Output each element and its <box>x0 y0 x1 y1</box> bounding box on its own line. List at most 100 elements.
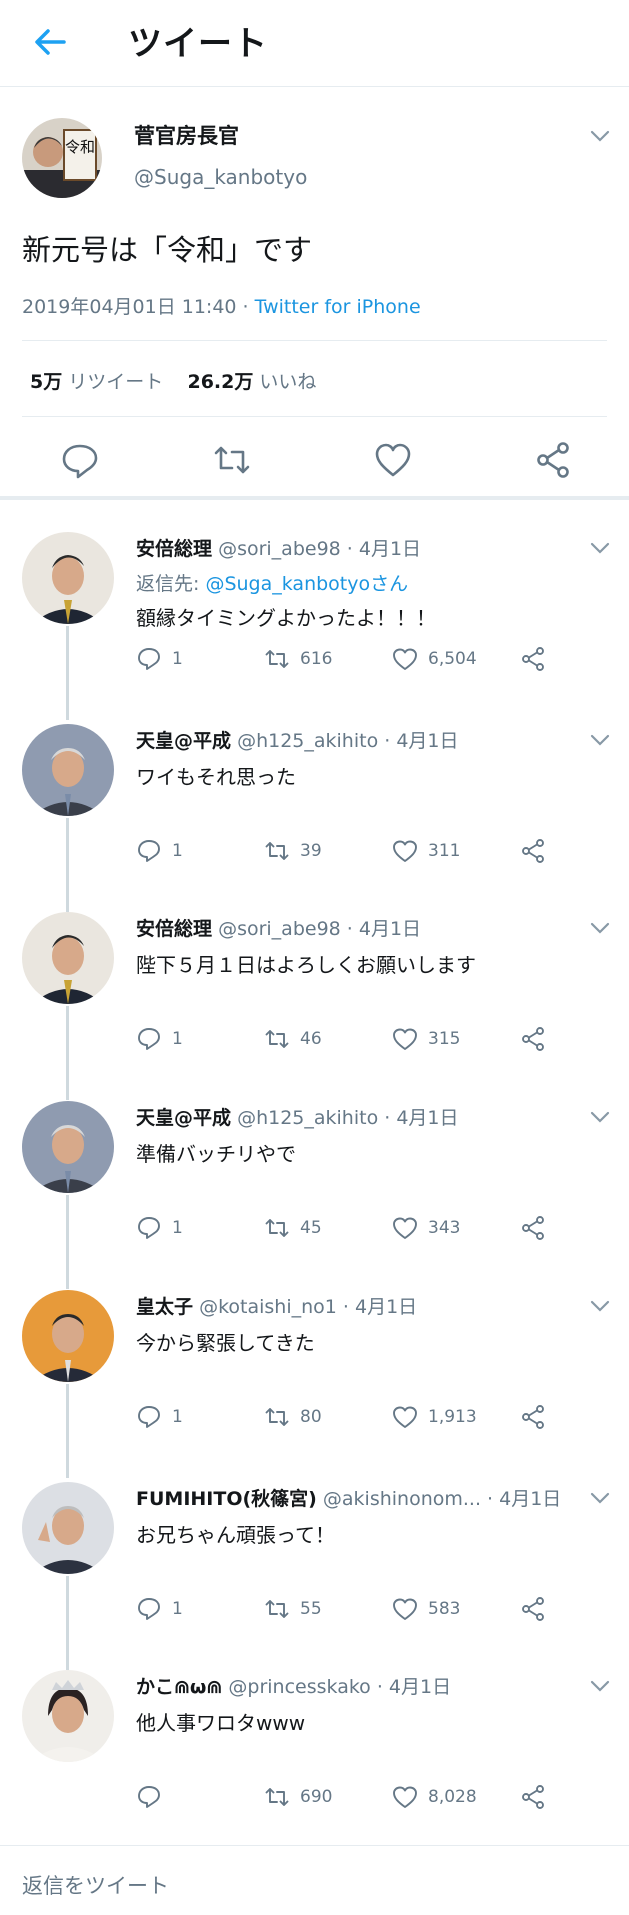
like-action[interactable]: 311 <box>392 838 460 864</box>
chevron-down-icon[interactable] <box>588 124 612 148</box>
share-icon[interactable] <box>533 440 573 480</box>
share-icon[interactable] <box>520 1215 546 1241</box>
avatar[interactable] <box>22 532 114 624</box>
author-handle[interactable]: @kotaishi_no1 <box>199 1296 337 1318</box>
back-arrow-icon[interactable] <box>30 22 70 62</box>
share-icon[interactable] <box>520 1404 546 1430</box>
retweet-action[interactable]: 39 <box>264 838 322 864</box>
chevron-down-icon[interactable] <box>588 1105 612 1129</box>
avatar[interactable] <box>22 1482 114 1574</box>
like-action[interactable]: 315 <box>392 1026 460 1052</box>
author-name[interactable]: 皇太子 <box>136 1296 193 1318</box>
replying-to-link[interactable]: @Suga_kanbotyo <box>205 573 370 595</box>
share-action[interactable] <box>520 1404 546 1430</box>
heart-icon[interactable] <box>392 1784 418 1810</box>
author-handle[interactable]: @akishinonom... <box>323 1488 481 1510</box>
reply-tweet[interactable]: 安倍総理 @sori_abe98 · 4月1日 陛下５月１日はよろしくお願いします… <box>0 894 629 1100</box>
avatar[interactable] <box>22 912 114 1004</box>
share-action[interactable] <box>520 1215 546 1241</box>
retweet-icon[interactable] <box>212 440 252 480</box>
like-action[interactable]: 6,504 <box>392 646 477 672</box>
share-action[interactable] <box>520 838 546 864</box>
reply-icon[interactable] <box>136 1404 162 1430</box>
share-action[interactable] <box>520 1596 546 1622</box>
reply-icon[interactable] <box>136 838 162 864</box>
heart-icon[interactable] <box>392 1596 418 1622</box>
reply-icon[interactable] <box>136 1026 162 1052</box>
like-action[interactable]: 583 <box>392 1596 460 1622</box>
reply-action[interactable]: 1 <box>136 1215 183 1241</box>
author-handle[interactable]: @princesskako <box>228 1676 370 1698</box>
reply-tweet[interactable]: 天皇@平成 @h125_akihito · 4月1日 ワイもそれ思った 1 39 311 <box>0 706 629 912</box>
source-link[interactable]: Twitter for iPhone <box>255 296 421 318</box>
author-name[interactable]: 天皇@平成 <box>136 1107 231 1129</box>
retweet-icon[interactable] <box>264 1026 290 1052</box>
like-action[interactable]: 343 <box>392 1215 460 1241</box>
avatar[interactable] <box>22 1290 114 1382</box>
reply-icon[interactable] <box>136 1784 162 1810</box>
reply-tweet[interactable]: 天皇@平成 @h125_akihito · 4月1日 準備バッチリやで 1 45 343 <box>0 1083 629 1289</box>
heart-icon[interactable] <box>392 1215 418 1241</box>
author-name[interactable]: 菅官房長官 <box>134 120 239 150</box>
heart-icon[interactable] <box>392 838 418 864</box>
retweet-count[interactable]: 5万 <box>30 371 62 393</box>
heart-icon[interactable] <box>392 646 418 672</box>
share-action[interactable] <box>520 1026 546 1052</box>
heart-icon[interactable] <box>373 440 413 480</box>
author-name[interactable]: 安倍総理 <box>136 918 212 940</box>
reply-tweet[interactable]: FUMIHITO(秋篠宮) @akishinonom... · 4月1日 お兄ちゃ… <box>0 1464 629 1670</box>
author-handle[interactable]: @sori_abe98 <box>218 538 341 560</box>
share-icon[interactable] <box>520 838 546 864</box>
retweet-action[interactable]: 616 <box>264 646 332 672</box>
author-name[interactable]: 安倍総理 <box>136 538 212 560</box>
like-action[interactable]: 1,913 <box>392 1404 477 1430</box>
avatar[interactable] <box>22 724 114 816</box>
chevron-down-icon[interactable] <box>588 1674 612 1698</box>
author-name[interactable]: 天皇@平成 <box>136 730 231 752</box>
retweet-action[interactable]: 55 <box>264 1596 322 1622</box>
reply-tweet[interactable]: 安倍総理 @sori_abe98 · 4月1日 返信先: @Suga_kanbot… <box>0 514 629 720</box>
retweet-icon[interactable] <box>264 1596 290 1622</box>
avatar[interactable] <box>22 1670 114 1762</box>
reply-tweet[interactable]: 皇太子 @kotaishi_no1 · 4月1日 今から緊張してきた 1 80 1,91… <box>0 1272 629 1478</box>
reply-action[interactable]: 1 <box>136 646 183 672</box>
share-icon[interactable] <box>520 1596 546 1622</box>
reply-input[interactable]: 返信をツイート <box>22 1870 169 1900</box>
author-name[interactable]: かこ⋒ω⋒ <box>136 1676 222 1698</box>
like-count[interactable]: 26.2万 <box>187 371 253 393</box>
reply-action[interactable]: 1 <box>136 1404 183 1430</box>
reply-icon[interactable] <box>136 1596 162 1622</box>
author-handle[interactable]: @Suga_kanbotyo <box>134 165 307 189</box>
retweet-action[interactable]: 45 <box>264 1215 322 1241</box>
share-action[interactable] <box>520 1784 546 1810</box>
retweet-icon[interactable] <box>264 646 290 672</box>
reply-action[interactable] <box>136 1784 172 1810</box>
like-action[interactable]: 8,028 <box>392 1784 477 1810</box>
avatar[interactable]: 令和 <box>22 118 102 198</box>
reply-tweet[interactable]: かこ⋒ω⋒ @princesskako · 4月1日 他人事ワロタwww 690 8,… <box>0 1652 629 1840</box>
retweet-icon[interactable] <box>264 838 290 864</box>
reply-action[interactable]: 1 <box>136 1026 183 1052</box>
heart-icon[interactable] <box>392 1026 418 1052</box>
reply-action[interactable]: 1 <box>136 1596 183 1622</box>
retweet-label[interactable]: リツイート <box>68 371 163 393</box>
chevron-down-icon[interactable] <box>588 728 612 752</box>
retweet-action[interactable]: 80 <box>264 1404 322 1430</box>
retweet-icon[interactable] <box>264 1215 290 1241</box>
retweet-action[interactable]: 690 <box>264 1784 332 1810</box>
reply-icon[interactable] <box>136 1215 162 1241</box>
reply-icon[interactable] <box>60 440 100 480</box>
retweet-icon[interactable] <box>264 1404 290 1430</box>
reply-action[interactable]: 1 <box>136 838 183 864</box>
author-handle[interactable]: @h125_akihito <box>237 1107 378 1129</box>
share-action[interactable] <box>520 646 546 672</box>
chevron-down-icon[interactable] <box>588 916 612 940</box>
author-name[interactable]: FUMIHITO(秋篠宮) <box>136 1488 317 1510</box>
chevron-down-icon[interactable] <box>588 1486 612 1510</box>
share-icon[interactable] <box>520 1784 546 1810</box>
share-icon[interactable] <box>520 646 546 672</box>
retweet-icon[interactable] <box>264 1784 290 1810</box>
chevron-down-icon[interactable] <box>588 1294 612 1318</box>
chevron-down-icon[interactable] <box>588 536 612 560</box>
share-icon[interactable] <box>520 1026 546 1052</box>
